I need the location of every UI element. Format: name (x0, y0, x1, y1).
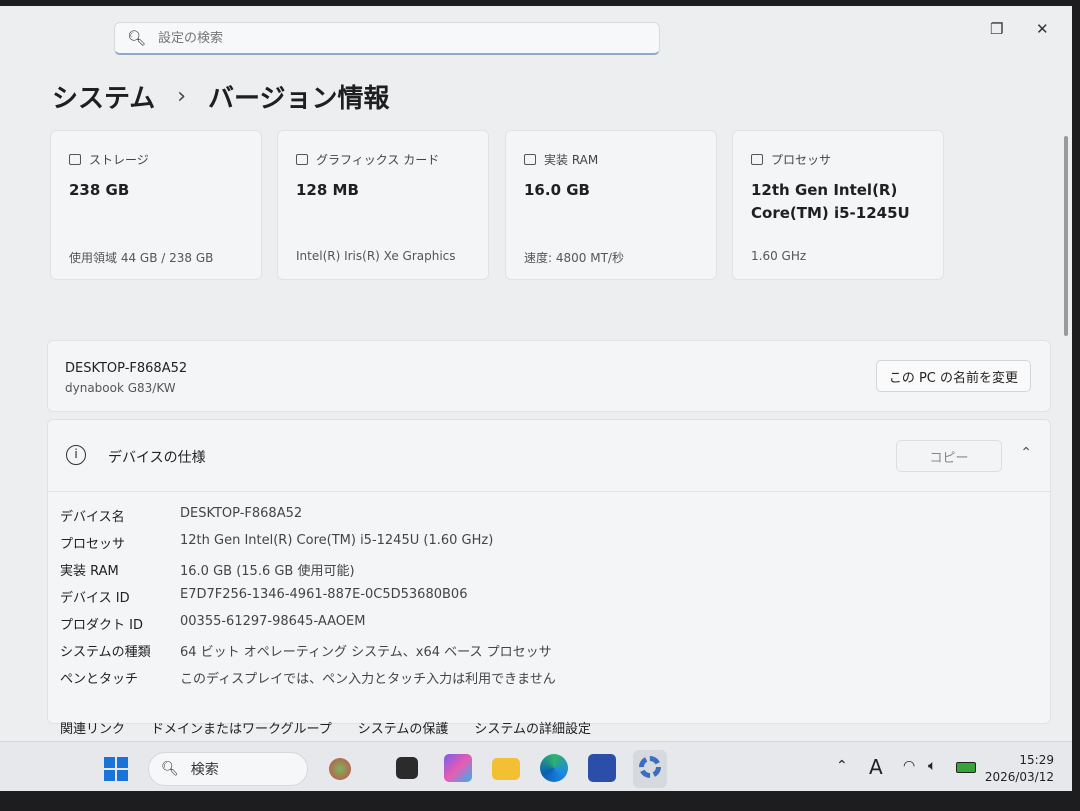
graphics-card-icon (296, 154, 308, 165)
page-title: バージョン情報 (208, 84, 390, 114)
ram-icon (524, 154, 536, 165)
card-title: ストレージ (89, 153, 149, 167)
chevron-up-icon[interactable]: ⌃ (836, 758, 848, 774)
spec-key: 実装 RAM (60, 564, 119, 579)
taskbar-search[interactable]: 🔍︎ 検索 (148, 752, 351, 786)
info-icon: i (66, 445, 86, 465)
processor-icon (751, 154, 763, 165)
spec-value: 12th Gen Intel(R) Core(TM) i5-1245U (1.6… (180, 533, 494, 548)
card-subtext: 1.60 GHz (751, 249, 807, 263)
ime-indicator[interactable]: A (869, 755, 883, 779)
card-value: 238 GB (69, 181, 130, 199)
processor-card[interactable]: プロセッサ 12th Gen Intel(R) Core(TM) i5-1245… (732, 130, 944, 280)
spec-key: デバイス ID (60, 591, 130, 606)
spec-value: E7D7F256-1346-4961-887E-0C5D53680B06 (180, 587, 468, 602)
breadcrumb-parent[interactable]: システム (52, 78, 155, 115)
spec-row: デバイス名 DESKTOP-F868A52 (60, 506, 302, 525)
rename-pc-button[interactable]: この PC の名前を変更 (875, 360, 1031, 392)
scrollbar[interactable] (1064, 136, 1068, 336)
spec-row: 実装 RAM 16.0 GB (15.6 GB 使用可能) (60, 560, 355, 579)
link-domain-workgroup[interactable]: ドメインまたはワークグループ (151, 718, 332, 737)
gear-icon (639, 756, 661, 778)
breadcrumb-separator: › (177, 84, 187, 109)
wifi-icon[interactable]: ◠ (903, 758, 915, 774)
spec-key: システムの種類 (60, 645, 151, 660)
card-subtext: 速度: 4800 MT/秒 (524, 251, 624, 265)
card-value: 12th Gen Intel(R) Core(TM) i5-1245U (751, 181, 910, 222)
battery-icon[interactable] (956, 762, 976, 773)
storage-card[interactable]: ストレージ 238 GB 使用領域 44 GB / 238 GB (50, 130, 262, 280)
graphics-card[interactable]: グラフィックス カード 128 MB Intel(R) Iris(R) Xe G… (277, 130, 489, 280)
related-links-label: 関連リンク (60, 722, 126, 737)
card-title: グラフィックス カード (316, 153, 440, 167)
device-name-panel: DESKTOP-F868A52 dynabook G83/KW この PC の名… (47, 340, 1051, 412)
spec-row: プロセッサ 12th Gen Intel(R) Core(TM) i5-1245… (60, 533, 493, 552)
spec-key: プロセッサ (60, 537, 126, 552)
spec-value: 00355-61297-98645-AAOEM (180, 614, 366, 629)
clock-time: 15:29 (1019, 753, 1054, 767)
spec-row: プロダクト ID 00355-61297-98645-AAOEM (60, 614, 365, 633)
taskbar-search-label: 検索 (190, 762, 219, 778)
taskbar: 🔍︎ 検索 ⌃ A ◠ 🔈︎ 15:29 2026/03/12 (0, 741, 1072, 791)
card-subtext: Intel(R) Iris(R) Xe Graphics (296, 249, 456, 263)
spec-value: このディスプレイでは、ペン入力とタッチ入力は利用できません (180, 672, 556, 687)
chevron-up-icon[interactable]: ⌃ (1020, 445, 1032, 461)
spec-row: システムの種類 64 ビット オペレーティング システム、x64 ベース プロセ… (60, 641, 552, 660)
device-model: dynabook G83/KW (65, 381, 176, 395)
search-input[interactable] (158, 30, 619, 46)
spec-row: ペンとタッチ このディスプレイでは、ペン入力とタッチ入力は利用できません (60, 668, 556, 687)
spec-key: デバイス名 (60, 510, 125, 525)
related-links: 関連リンク ドメインまたはワークグループ システムの保護 システムの詳細設定 (60, 718, 591, 737)
link-advanced-settings[interactable]: システムの詳細設定 (474, 718, 591, 737)
maximize-icon[interactable]: ❐ (990, 20, 1003, 38)
spec-value: 64 ビット オペレーティング システム、x64 ベース プロセッサ (180, 645, 552, 660)
card-title: 実装 RAM (544, 153, 599, 167)
clock-date: 2026/03/12 (984, 770, 1054, 784)
spec-value: 16.0 GB (15.6 GB 使用可能) (180, 564, 355, 579)
settings-search[interactable]: 🔍︎ (114, 22, 660, 55)
settings-taskbar-button[interactable] (633, 750, 667, 788)
link-system-protection[interactable]: システムの保護 (358, 718, 449, 737)
store-icon[interactable] (588, 754, 616, 782)
volume-icon[interactable]: 🔈︎ (928, 758, 936, 774)
search-highlight-icon (329, 758, 351, 780)
file-explorer-icon[interactable] (492, 758, 520, 780)
card-subtext: 使用領域 44 GB / 238 GB (69, 251, 214, 265)
clock[interactable]: 15:29 2026/03/12 (985, 752, 1054, 786)
breadcrumb: システム › バージョン情報 (52, 78, 390, 115)
close-icon[interactable]: ✕ (1036, 20, 1049, 38)
edge-icon[interactable] (540, 754, 568, 782)
copy-button[interactable]: コピー (896, 440, 1002, 472)
search-icon: 🔍︎ (161, 761, 179, 777)
start-icon[interactable] (104, 757, 128, 781)
device-name: DESKTOP-F868A52 (65, 361, 188, 376)
settings-window: 🔍︎ ❐ ✕ システム › バージョン情報 ストレージ 238 GB 使用領域 … (0, 6, 1072, 791)
card-title: プロセッサ (771, 153, 832, 167)
spec-value: DESKTOP-F868A52 (180, 506, 303, 521)
task-view-icon[interactable] (396, 757, 418, 779)
card-value: 128 MB (296, 181, 359, 199)
search-icon: 🔍︎ (127, 29, 147, 47)
specs-title: デバイスの仕様 (108, 450, 206, 466)
storage-icon (69, 154, 81, 165)
microsoft-365-icon[interactable] (444, 754, 472, 782)
spec-key: ペンとタッチ (60, 672, 139, 687)
spec-key: プロダクト ID (60, 618, 143, 633)
spec-row: デバイス ID E7D7F256-1346-4961-887E-0C5D5368… (60, 587, 467, 606)
card-value: 16.0 GB (524, 181, 590, 199)
specs-header[interactable]: i デバイスの仕様 コピー ⌃ (48, 420, 1050, 492)
ram-card[interactable]: 実装 RAM 16.0 GB 速度: 4800 MT/秒 (505, 130, 717, 280)
